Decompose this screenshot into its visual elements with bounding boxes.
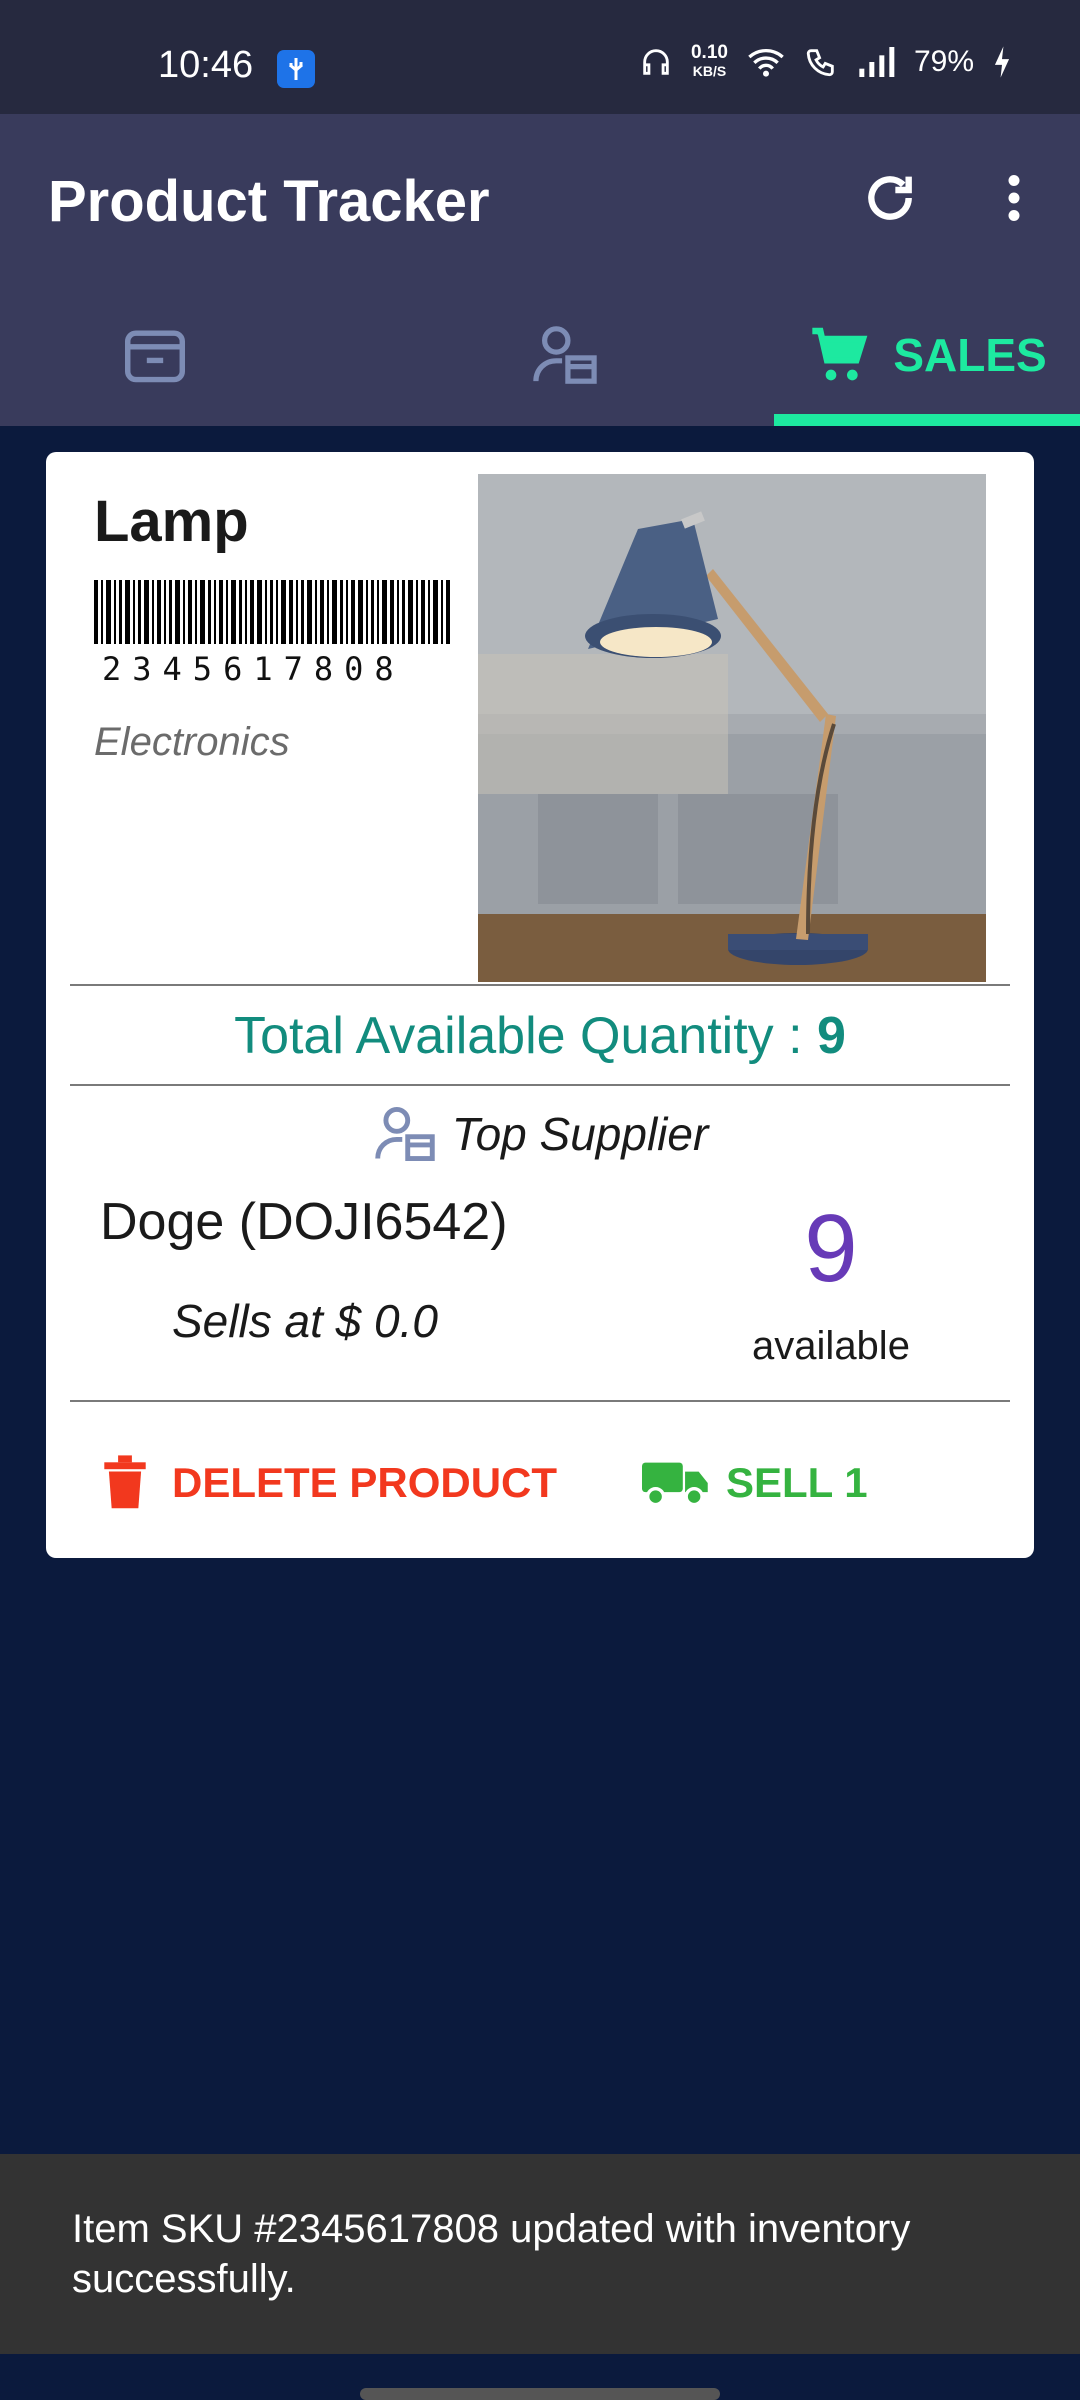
tab-suppliers[interactable] [410, 284, 720, 426]
tab-inventory[interactable] [0, 284, 310, 426]
product-card: Lamp 2345617808 Electronics Total Availa… [46, 452, 1034, 1558]
status-bar: 10:46 0.10 KB/S 79% [0, 0, 1080, 114]
sell-one-button[interactable]: SELL 1 [642, 1450, 868, 1516]
supplier-person-icon [374, 1107, 435, 1161]
total-quantity: Total Available Quantity : 9 [46, 1006, 1034, 1066]
total-quantity-value: 9 [817, 1007, 846, 1065]
trash-icon [104, 1455, 146, 1509]
divider [70, 1084, 1010, 1086]
product-category: Electronics [94, 720, 290, 764]
app-bar: Product Tracker [0, 114, 1080, 284]
divider [70, 1400, 1010, 1402]
status-icons: 0.10 KB/S 79% [639, 42, 1012, 80]
shopping-cart-icon [812, 327, 868, 381]
supplier-person-icon [533, 326, 597, 384]
top-supplier-header: Top Supplier [46, 1104, 1034, 1164]
sell-one-label: SELL 1 [726, 1459, 868, 1506]
net-speed: 0.10 KB/S [690, 42, 728, 80]
signal-icon [859, 47, 895, 77]
wifi-icon [748, 49, 784, 77]
barcode-image [94, 580, 450, 644]
snackbar: Item SKU #2345617808 updated with invent… [0, 2154, 1080, 2354]
top-supplier-label: Top Supplier [451, 1108, 709, 1160]
product-image [478, 474, 986, 982]
product-name: Lamp [94, 489, 249, 554]
delete-product-label: DELETE PRODUCT [172, 1459, 558, 1506]
more-vert-icon [1008, 175, 1020, 221]
snackbar-message: Item SKU #2345617808 updated with invent… [72, 2207, 911, 2301]
headset-icon [643, 49, 669, 75]
page-title: Product Tracker [48, 169, 490, 234]
sell-price: Sells at $ 0.0 [172, 1295, 438, 1347]
call-icon [806, 49, 834, 77]
net-speed-unit: KB/S [692, 63, 727, 79]
overflow-menu-button[interactable] [984, 166, 1044, 230]
available-count: 9 [804, 1195, 858, 1302]
divider [70, 984, 1010, 986]
tab-sales[interactable]: SALES [774, 284, 1080, 426]
net-speed-value: 0.10 [690, 42, 728, 63]
tab-sales-label: SALES [893, 329, 1047, 381]
inventory-box-icon [125, 330, 185, 383]
supplier-name: Doge (DOJI6542) [100, 1193, 508, 1251]
charging-icon [994, 46, 1010, 78]
status-time: 10:46 [158, 44, 254, 86]
gesture-nav-handle[interactable] [360, 2388, 720, 2400]
delivery-truck-icon [642, 1462, 708, 1507]
usb-debug-icon [277, 50, 315, 88]
total-quantity-label: Total Available Quantity : [234, 1007, 818, 1065]
tab-bar: SALES [0, 284, 1080, 426]
available-label: available [752, 1324, 910, 1368]
refresh-button[interactable] [858, 166, 922, 230]
battery-percent: 79% [913, 45, 974, 78]
barcode-number: 2345617808 [102, 650, 405, 688]
selected-tab-indicator [774, 414, 1080, 426]
refresh-icon [868, 176, 912, 220]
delete-product-button[interactable]: DELETE PRODUCT [102, 1450, 557, 1516]
